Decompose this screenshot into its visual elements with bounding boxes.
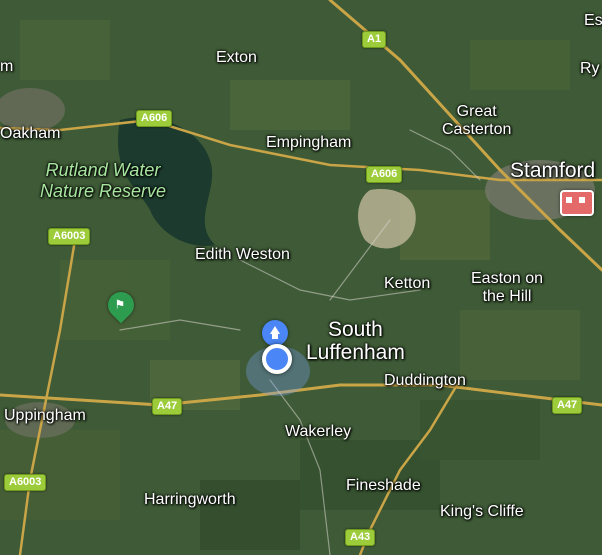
- road-a6003-shield: A6003: [4, 474, 47, 491]
- building-icon[interactable]: [560, 190, 594, 216]
- place-label-harringworth: Harringworth: [144, 491, 236, 508]
- road-a606-shield: A606: [136, 110, 173, 127]
- place-label-empingham: Empingham: [266, 134, 352, 151]
- place-label-south-luffenham: South Luffenham: [306, 318, 405, 364]
- road-a606-shield: A606: [366, 166, 403, 183]
- place-label-oakham: Oakham: [0, 125, 61, 142]
- place-label-rutland-water: Rutland Water Nature Reserve: [40, 160, 167, 201]
- current-location-icon[interactable]: [262, 344, 292, 374]
- place-label-fineshade: Fineshade: [346, 477, 421, 494]
- place-label-uppingham: Uppingham: [4, 407, 86, 424]
- road-a43-shield: A43: [345, 529, 376, 546]
- road-a6003-shield: A6003: [48, 228, 91, 245]
- satellite-map[interactable]: ⚑ A1 A606 A606 A6003 A6003 A47 A47 A43 m…: [0, 0, 602, 555]
- place-label-stamford: Stamford: [510, 159, 596, 182]
- place-label-kings-cliffe: King's Cliffe: [440, 503, 524, 520]
- place-label-edith-weston: Edith Weston: [195, 246, 290, 263]
- place-label-easton-on-the-hill: Easton on the Hill: [471, 270, 544, 305]
- place-label-exton: Exton: [216, 49, 257, 66]
- place-label-ketton: Ketton: [384, 275, 431, 292]
- road-a47-shield: A47: [152, 398, 183, 415]
- road-a1-shield: A1: [362, 31, 387, 48]
- direction-arrow-icon: [262, 320, 288, 346]
- place-label-edge-es: Es: [584, 12, 602, 29]
- place-label-wakerley: Wakerley: [285, 423, 352, 440]
- place-label-edge-ry: Ry: [580, 60, 600, 77]
- place-label-great-casterton: Great Casterton: [442, 103, 512, 138]
- place-label-duddington: Duddington: [384, 372, 466, 389]
- road-a47-shield: A47: [552, 397, 583, 414]
- place-label-edge-m: m: [0, 58, 14, 75]
